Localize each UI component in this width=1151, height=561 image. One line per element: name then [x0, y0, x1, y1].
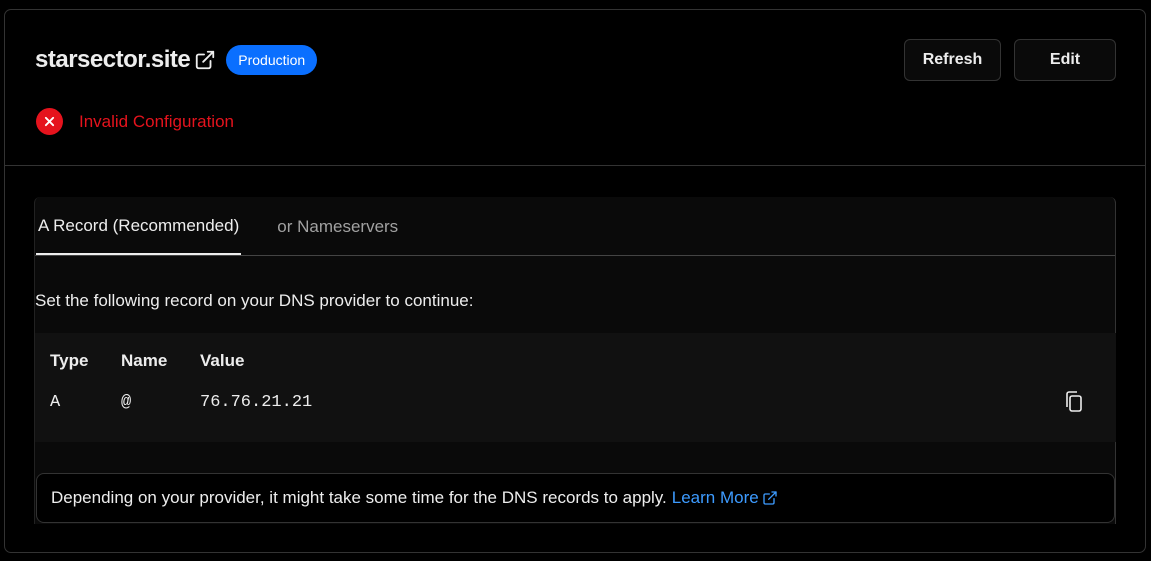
record-tabs: A Record (Recommended) or Nameservers	[35, 197, 1115, 256]
domain-header: starsector.site Production Refresh Edit …	[5, 10, 1145, 166]
external-link-icon	[763, 491, 777, 505]
status-row: Invalid Configuration	[36, 108, 234, 135]
copy-icon[interactable]	[1062, 390, 1086, 414]
refresh-button[interactable]: Refresh	[904, 39, 1001, 81]
header-name: Name	[121, 351, 168, 370]
tab-nameservers[interactable]: or Nameservers	[275, 217, 400, 255]
record-type: A	[50, 393, 61, 412]
record-value: 76.76.21.21	[200, 393, 313, 412]
record-name: @	[121, 393, 132, 412]
dns-config-panel: A Record (Recommended) or Nameservers Se…	[34, 197, 1116, 524]
tab-a-record[interactable]: A Record (Recommended)	[36, 216, 242, 255]
learn-more-label: Learn More	[671, 488, 759, 507]
error-icon	[36, 108, 63, 135]
status-text: Invalid Configuration	[79, 111, 234, 131]
propagation-note: Depending on your provider, it might tak…	[36, 473, 1115, 523]
domain-name-link[interactable]: starsector.site	[35, 46, 191, 74]
edit-button[interactable]: Edit	[1014, 39, 1116, 81]
dns-record-table: Type Name Value A @ 76.76.21.21	[35, 333, 1116, 442]
external-link-icon[interactable]	[194, 49, 216, 71]
header-type: Type	[50, 351, 89, 370]
note-text: Depending on your provider, it might tak…	[51, 488, 667, 507]
domain-card: starsector.site Production Refresh Edit …	[4, 9, 1146, 553]
instruction-text: Set the following record on your DNS pro…	[35, 291, 474, 310]
header-value: Value	[200, 351, 245, 370]
environment-badge: Production	[226, 45, 318, 75]
learn-more-link[interactable]: Learn More	[672, 488, 778, 508]
domain-title-row: starsector.site Production	[35, 44, 318, 76]
